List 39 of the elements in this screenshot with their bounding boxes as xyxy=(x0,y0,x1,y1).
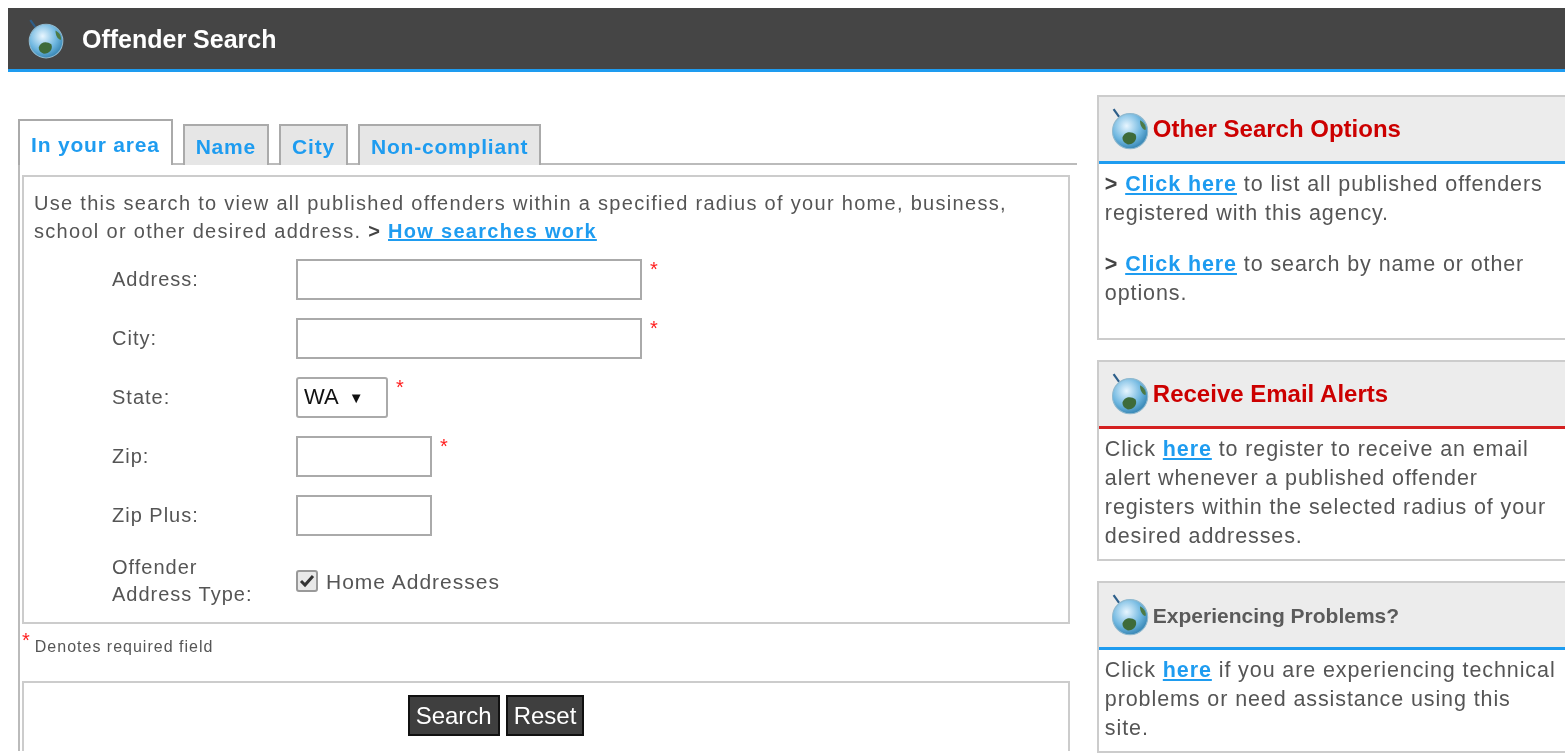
panel-link[interactable]: Click here xyxy=(1125,172,1237,196)
panel-link[interactable]: here xyxy=(1162,658,1212,683)
checkbox[interactable] xyxy=(296,570,318,593)
field-label: Offender Address Type: xyxy=(112,555,254,608)
required-marker: * xyxy=(440,436,448,457)
panel-text: > Click here to search by name or other options. xyxy=(1104,251,1526,308)
panel-text: Click here to register to receive an email alert whenever a published offender registers within the selected radius of your desired addresses. xyxy=(1104,436,1547,551)
required-marker: * xyxy=(22,630,31,654)
field-label: Zip Plus: xyxy=(112,503,200,529)
input-field[interactable] xyxy=(296,318,642,360)
intro-text: Use this search to view all published offenders within a specified radius of your home, business, school or other desired address. > How searches work xyxy=(34,191,1008,245)
page-title: Offender Search xyxy=(82,23,277,54)
tab[interactable]: Name xyxy=(182,124,270,166)
field-label: Address: xyxy=(112,267,200,293)
required-marker: * xyxy=(396,377,404,398)
tab[interactable]: Non-compliant xyxy=(357,124,542,166)
required-note: Denotes required field xyxy=(34,637,214,658)
input-field[interactable] xyxy=(296,436,432,478)
panel-link[interactable]: Click here xyxy=(1125,252,1237,277)
panel-title: Experiencing Problems? xyxy=(1152,602,1400,628)
tab[interactable]: City xyxy=(279,124,348,166)
checkbox-label: Home Addresses xyxy=(326,568,500,595)
input-field[interactable] xyxy=(296,495,432,537)
help-link[interactable]: How searches work xyxy=(388,220,597,243)
panel-text: Click here if you are experiencing technical problems or need assistance using this site. xyxy=(1104,657,1557,743)
required-marker: * xyxy=(650,259,658,280)
field-label: Zip: xyxy=(112,444,151,470)
form-button[interactable]: Search xyxy=(407,694,500,736)
input-field[interactable] xyxy=(296,259,642,301)
panel-title: Other Search Options xyxy=(1152,114,1401,144)
tab[interactable]: In your area xyxy=(18,119,173,166)
panel-text: > Click here to list all published offenders registered with this agency. xyxy=(1104,171,1544,227)
state-select[interactable]: WA ▼ xyxy=(296,377,388,419)
required-marker: * xyxy=(650,318,658,339)
field-label: City: xyxy=(112,326,158,352)
panel-title: Receive Email Alerts xyxy=(1152,379,1389,409)
field-label: State: xyxy=(112,385,172,411)
panel-link[interactable]: here xyxy=(1162,437,1212,462)
form-button[interactable]: Reset xyxy=(505,694,585,736)
